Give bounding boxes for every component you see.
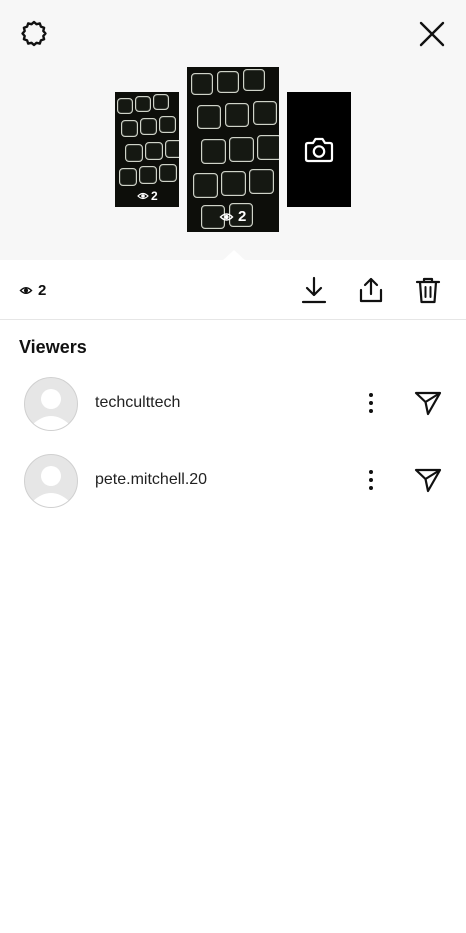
story-thumbnail[interactable]: 2 [115,92,179,207]
viewer-username[interactable]: pete.mitchell.20 [95,471,207,489]
settings-button[interactable] [14,14,54,54]
thumbnail-view-count: 2 [137,189,158,203]
viewers-heading: Viewers [19,337,87,357]
send-message-button[interactable] [410,386,446,420]
eye-icon [137,192,149,200]
more-vertical-icon [369,470,373,490]
gear-icon [21,20,47,47]
close-button[interactable] [412,14,452,54]
download-icon [301,276,327,304]
default-avatar-icon [33,466,69,507]
trash-icon [415,277,441,304]
close-icon [419,21,445,47]
viewer-row[interactable]: pete.mitchell.20 [0,447,466,513]
viewer-row[interactable]: techculttech [0,370,466,436]
thumbnail-view-count-label: 2 [151,189,158,203]
send-icon [414,468,442,493]
story-preview-area: 2 2 [0,0,466,260]
viewer-options-button[interactable] [356,464,386,496]
total-view-count-label: 2 [38,282,47,299]
download-button[interactable] [298,272,330,308]
avatar[interactable] [24,377,78,431]
avatar[interactable] [24,454,78,508]
more-vertical-icon [369,393,373,413]
thumbnail-view-count-label: 2 [238,208,247,225]
share-icon [359,277,383,303]
delete-button[interactable] [412,272,444,308]
add-story-thumbnail[interactable] [287,92,351,207]
eye-icon [219,212,234,221]
send-message-button[interactable] [410,463,446,497]
viewer-options-button[interactable] [356,387,386,419]
default-avatar-icon [33,389,69,430]
story-thumbnail-selected[interactable]: 2 [187,67,279,232]
share-button[interactable] [355,272,387,308]
viewer-username[interactable]: techculttech [95,394,180,412]
send-icon [414,391,442,416]
selection-pointer [222,250,246,261]
total-view-count[interactable]: 2 [19,282,46,299]
eye-icon [19,287,33,294]
thumbnail-view-count: 2 [219,208,246,225]
camera-icon [304,137,334,163]
story-stats-bar: 2 [0,261,466,320]
